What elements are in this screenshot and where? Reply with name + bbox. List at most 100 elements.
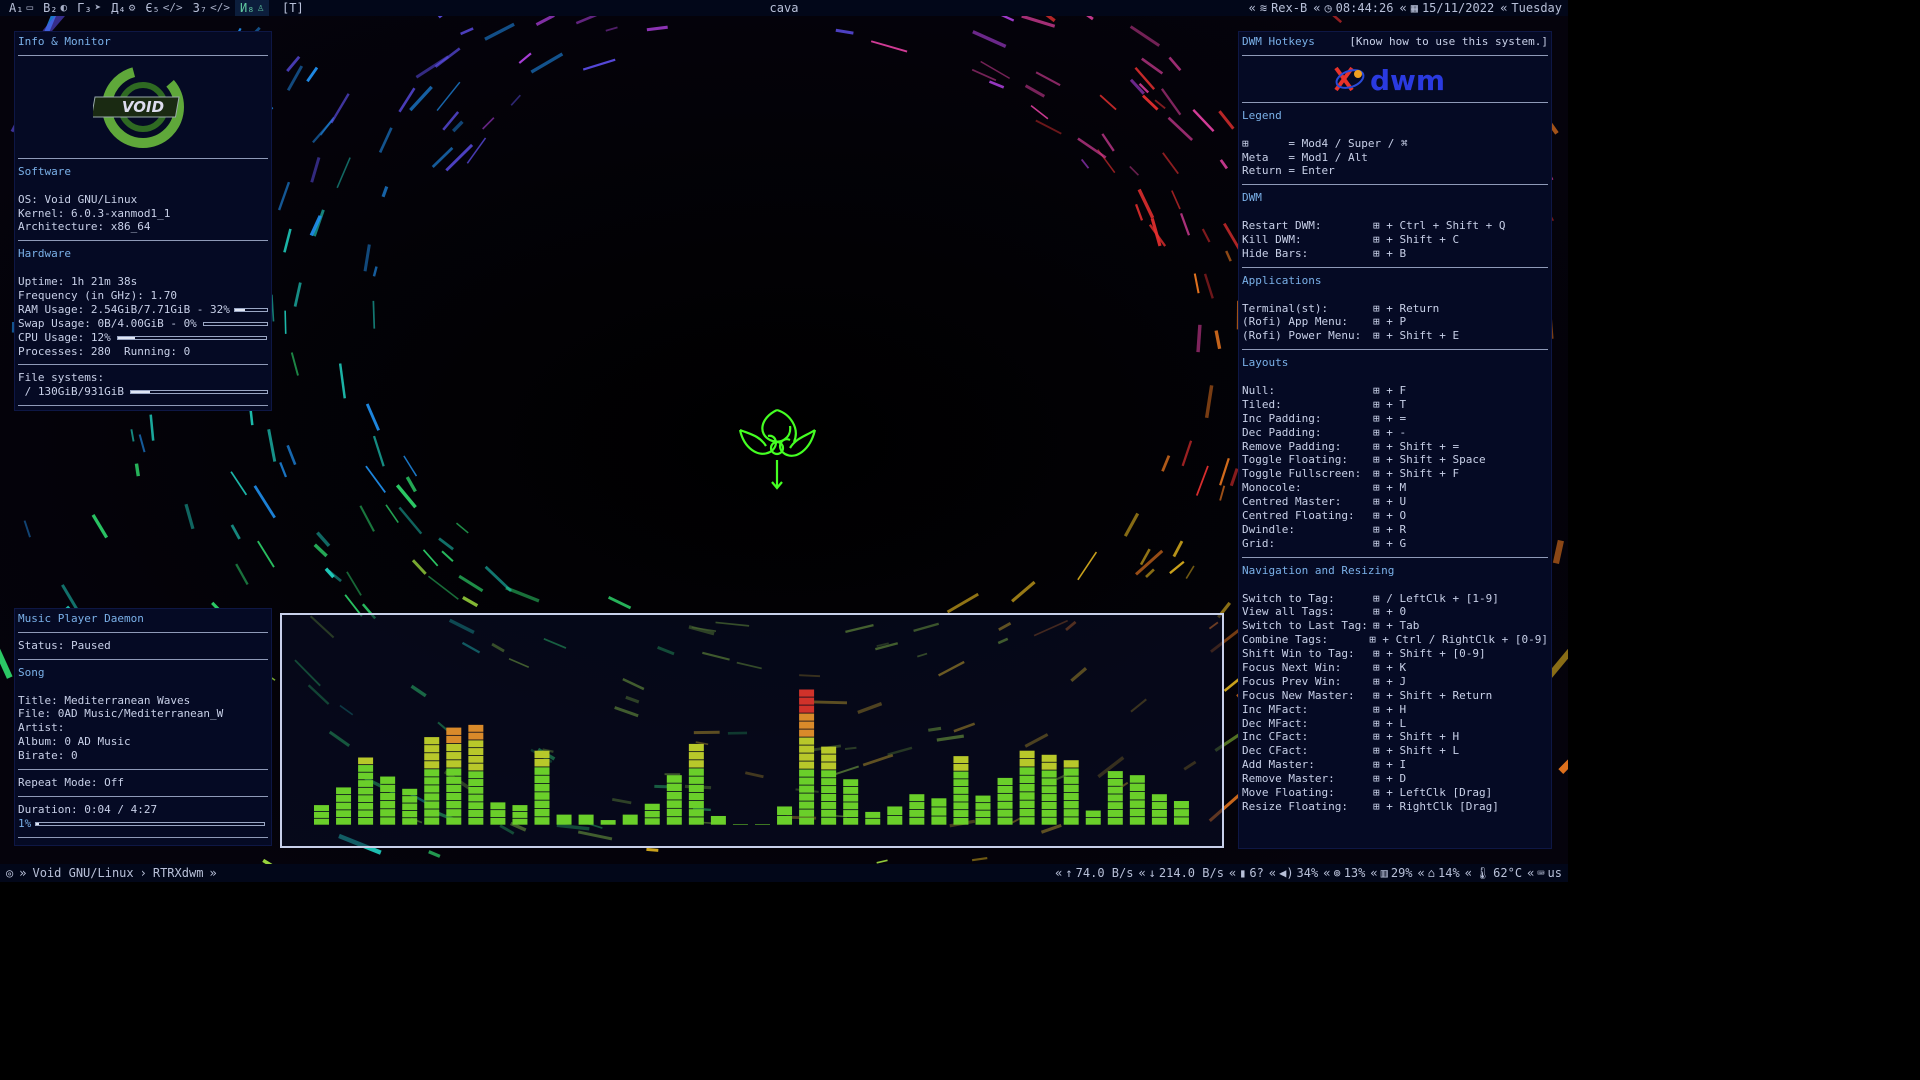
cava-bar-segment (534, 759, 550, 767)
cava-bar-segment (380, 801, 396, 809)
hotkey-sections: DWM Restart DWM: ⊞ + Ctrl + Shift + Q Kill … (1242, 191, 1548, 813)
cava-bar-segment (1107, 771, 1123, 779)
tag-7[interactable]: И₈ ♙ (234, 0, 270, 16)
cava-bar-segment (1129, 808, 1145, 817)
cava-bar-segment (358, 765, 374, 772)
fs-root-text: / 130GiB/931GiB (18, 385, 124, 399)
cava-bar-segment (1041, 786, 1057, 794)
tag-3[interactable]: Г₃ ➤ (72, 0, 106, 16)
cava-bar-segment (666, 800, 682, 808)
divider (18, 658, 268, 660)
cava-bar-segment (468, 748, 484, 756)
volume-icon: ◀) (1279, 866, 1294, 880)
panel-title: Info & Monitor (18, 35, 111, 48)
cava-bar-segment (468, 755, 484, 763)
cava-bar-segment (666, 791, 682, 800)
cava-bar-segment (358, 817, 374, 825)
hotkey-row: Grid: ⊞ + G (1242, 537, 1548, 551)
cava-bar-segment (424, 801, 440, 809)
cava-bar-segment (424, 761, 440, 769)
hotkey-action: Toggle Floating: (1242, 453, 1348, 467)
layout-indicator[interactable]: [T] (277, 0, 309, 16)
cava-bar-segment (314, 811, 329, 818)
hotkey-row: Combine Tags: ⊞ + Ctrl / RightClk + [0-9] (1242, 633, 1548, 647)
tag-5[interactable]: Є₅ </> (140, 0, 187, 16)
cava-bar-segment (358, 795, 374, 803)
status-text: 08:44:26 (1335, 1, 1394, 15)
cava-bar-segment (688, 743, 704, 752)
cava-bar-segment (799, 753, 815, 761)
bottom-left-area: ◎ » Void GNU/Linux › RTRXdwm » (6, 864, 217, 882)
cava-bar-segment (1041, 801, 1057, 809)
void-logo-text: VOID (122, 98, 164, 116)
song-file: File: 0AD Music/Mediterranean_W (18, 707, 224, 721)
hotkey-action: (Rofi) Power Menu: (1242, 329, 1362, 343)
hotkey-action: Inc Padding: (1242, 411, 1322, 425)
cava-bar-segment (799, 801, 815, 809)
cava-bar-segment (512, 805, 528, 812)
tag-4[interactable]: Д₄ ⚙ (106, 0, 140, 16)
legend-heading: Legend (1242, 108, 1282, 122)
ram-usage-text: RAM Usage: 2.54GiB/7.71GiB - 32% (18, 302, 230, 316)
cava-bar-segment (336, 817, 352, 825)
hotkey-action: Switch to Tag: (1242, 591, 1335, 605)
cava-bar-segment (1173, 801, 1189, 809)
cava-bar-segment (821, 786, 837, 794)
hotkey-keys: ⊞ + K (1373, 660, 1407, 674)
hotkey-row: Terminal(st): ⊞ + Return (1242, 302, 1548, 316)
cava-bar-segment (843, 817, 859, 825)
tag-1[interactable]: A₁ ▭ (4, 0, 38, 16)
cava-bar-segment (446, 752, 462, 760)
cava-bar-segment (468, 732, 484, 740)
hotkey-row: Move Floating: ⊞ + LeftClk [Drag] (1242, 786, 1548, 800)
cava-bar-segment (799, 785, 815, 793)
cava-window[interactable] (280, 613, 1224, 848)
cava-bar-segment (821, 778, 837, 786)
cava-bar-segment (380, 784, 396, 793)
cava-bar-segment (1085, 810, 1101, 818)
hotkey-action: Combine Tags: (1242, 633, 1329, 647)
hotkey-action: Kill DWM: (1242, 233, 1302, 247)
hotkey-row: Centred Master: ⊞ + U (1242, 495, 1548, 509)
hotkey-row: Inc MFact: ⊞ + H (1242, 703, 1548, 717)
cava-bar-segment (424, 809, 440, 817)
cava-bar-segment (468, 810, 484, 817)
cava-bar-segment (1063, 784, 1079, 793)
hotkey-keys: ⊞ + Shift + E (1373, 329, 1460, 343)
tag-6[interactable]: З₇ </> (188, 0, 235, 16)
cava-bar-segment (1041, 770, 1057, 778)
status-item: «▥ 29% (1370, 864, 1412, 882)
cava-bar-segment (997, 817, 1013, 825)
cava-bar-segment (1063, 809, 1079, 817)
cava-bar-segment (336, 787, 352, 795)
hotkey-keys: ⊞ + B (1373, 246, 1407, 260)
status-item: «↓ 214.0 B/s (1138, 864, 1224, 882)
hotkey-keys: ⊞ + Shift + F (1373, 467, 1460, 481)
dwm-hotkeys-panel: DWM Hotkeys [Know how to use this system… (1238, 31, 1552, 849)
hotkey-row: Remove Master: ⊞ + D (1242, 772, 1548, 786)
hotkey-action: Shift Win to Tag: (1242, 647, 1355, 661)
cava-bar-segment (1151, 809, 1167, 817)
cava-bar-segment (953, 771, 969, 779)
status-separator: « (1313, 1, 1321, 15)
repeat-mode: Repeat Mode: Off (18, 776, 124, 790)
cava-bar-segment (997, 793, 1013, 801)
cava-bar-segment (865, 818, 881, 825)
cava-bar-segment (710, 815, 726, 825)
razer-logo-icon (738, 408, 817, 490)
telegram-icon: ➤ (94, 1, 102, 14)
status-separator: « (1464, 866, 1472, 880)
cava-bar-segment (1129, 791, 1145, 800)
hotkey-action: Inc CFact: (1242, 730, 1309, 744)
tag-2[interactable]: B₂ ◐ (38, 0, 72, 16)
hotkey-keys: ⊞ / LeftClk + [1-9] (1373, 591, 1499, 605)
status-separator: « (1417, 866, 1425, 880)
void-icon[interactable]: ◎ (6, 864, 13, 882)
song-progress-bar[interactable] (35, 821, 266, 826)
hotkey-row: Switch to Tag: ⊞ / LeftClk + [1-9] (1242, 592, 1548, 606)
cava-bar-segment (953, 779, 969, 787)
cava-bar-segment (799, 769, 815, 777)
hotkey-action: Hide Bars: (1242, 246, 1309, 260)
cava-bar-segment (799, 721, 815, 729)
cpu-usage-text: CPU Usage: 12% (18, 330, 111, 344)
